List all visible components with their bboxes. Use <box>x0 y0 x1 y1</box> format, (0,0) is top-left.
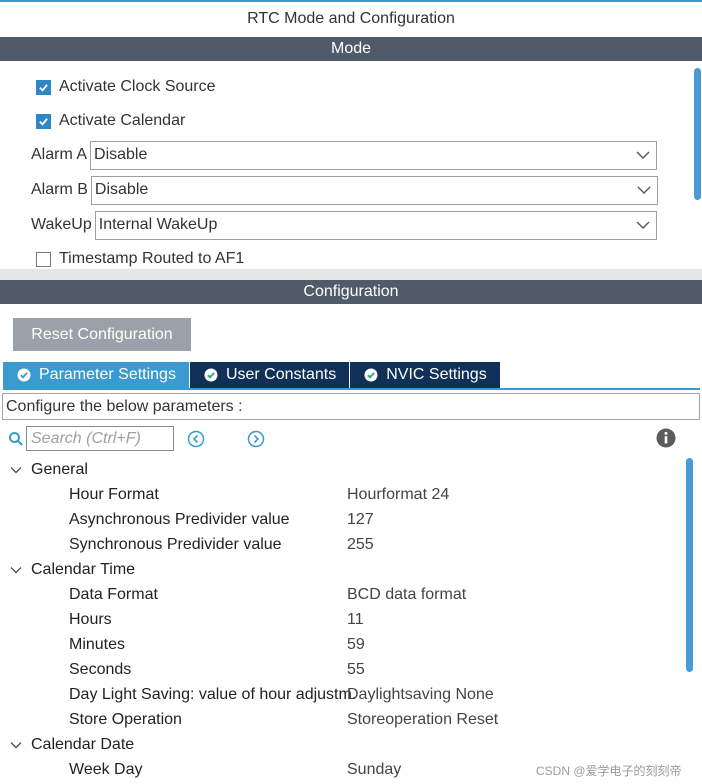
param-row[interactable]: Day Light Saving: value of hour adjustm.… <box>0 682 686 707</box>
checkbox-checked-icon <box>36 79 51 95</box>
mode-panel: Activate Clock Source Activate Calendar … <box>0 61 702 269</box>
tab-user-constants[interactable]: User Constants <box>189 362 350 388</box>
mode-scrollbar-thumb[interactable] <box>694 68 701 200</box>
group-label: General <box>31 460 88 478</box>
chevron-down-icon <box>10 566 22 573</box>
check-circle-icon <box>17 368 31 382</box>
group-label: Calendar Date <box>31 735 135 753</box>
search-icon <box>9 432 23 446</box>
param-name: Synchronous Predivider value <box>69 535 282 553</box>
param-name: Data Format <box>69 585 158 603</box>
mode-panel-bottom-border <box>0 269 702 280</box>
param-value[interactable]: 11 <box>347 611 364 629</box>
param-row[interactable]: Data Format BCD data format <box>0 582 686 607</box>
chevron-down-icon <box>637 185 651 195</box>
alarm-a-select[interactable]: Disable <box>90 140 658 170</box>
parameter-tree: General Hour Format Hourformat 24 Asynch… <box>0 457 686 784</box>
watermark-text: CSDN @爱学电子的刻刻帝 <box>536 764 682 778</box>
param-row[interactable]: Hour Format Hourformat 24 <box>0 482 686 507</box>
param-value[interactable]: BCD data format <box>347 586 466 604</box>
param-row[interactable]: Minutes 59 <box>0 632 686 657</box>
param-row[interactable]: Synchronous Predivider value 255 <box>0 532 686 557</box>
param-name: Hour Format <box>69 485 159 503</box>
alarm-b-value: Disable <box>94 181 149 198</box>
param-value[interactable]: Hourformat 24 <box>347 486 449 504</box>
check-circle-icon <box>204 368 218 382</box>
param-row[interactable]: Asynchronous Predivider value 127 <box>0 507 686 532</box>
chevron-down-icon <box>636 150 650 160</box>
activate-calendar-checkbox[interactable]: Activate Calendar <box>36 109 185 133</box>
tab-label: User Constants <box>225 366 337 383</box>
mode-section-header: Mode <box>0 37 702 61</box>
param-row[interactable]: Seconds 55 <box>0 657 686 682</box>
param-value[interactable]: 255 <box>347 536 374 554</box>
param-value[interactable]: 55 <box>347 661 365 679</box>
search-input[interactable] <box>26 426 174 451</box>
tab-underline <box>3 388 700 390</box>
param-name: Hours <box>69 610 112 628</box>
activate-clock-source-checkbox[interactable]: Activate Clock Source <box>36 75 216 99</box>
param-row[interactable]: Store Operation Storeoperation Reset <box>0 707 686 732</box>
next-match-icon[interactable] <box>247 430 265 448</box>
tab-nvic-settings[interactable]: NVIC Settings <box>350 362 500 388</box>
group-general[interactable]: General <box>0 457 686 482</box>
tab-label: Parameter Settings <box>39 366 176 383</box>
instructions-label: Configure the below parameters : <box>2 393 700 420</box>
param-name: Seconds <box>69 660 132 678</box>
param-row[interactable]: Hours 11 <box>0 607 686 632</box>
info-icon[interactable] <box>656 428 676 448</box>
param-name: Store Operation <box>69 710 182 728</box>
check-circle-icon <box>364 368 378 382</box>
chevron-down-icon <box>10 466 22 473</box>
param-value[interactable]: Storeoperation Reset <box>347 711 498 729</box>
window-title: RTC Mode and Configuration <box>247 10 455 27</box>
wakeup-value: Internal WakeUp <box>98 216 218 233</box>
timestamp-checkbox[interactable]: Timestamp Routed to AF1 <box>36 247 244 269</box>
search-toolbar <box>8 426 698 452</box>
activate-calendar-label: Activate Calendar <box>59 112 186 129</box>
param-name: Asynchronous Predivider value <box>69 510 290 528</box>
wakeup-row: WakeUp Internal WakeUp <box>31 210 657 240</box>
group-calendar-time[interactable]: Calendar Time <box>0 557 686 582</box>
chevron-down-icon <box>636 220 650 230</box>
timestamp-label: Timestamp Routed to AF1 <box>59 250 245 267</box>
config-scrollbar-thumb[interactable] <box>686 458 693 672</box>
alarm-a-label: Alarm A <box>31 146 88 163</box>
group-label: Calendar Time <box>31 560 136 578</box>
checkbox-checked-icon <box>36 113 51 129</box>
configuration-section-header: Configuration <box>0 280 702 304</box>
param-name: Day Light Saving: value of hour adjustm. <box>69 685 357 703</box>
alarm-b-label: Alarm B <box>31 181 88 198</box>
param-value[interactable]: Sunday <box>347 761 401 779</box>
alarm-a-value: Disable <box>94 146 148 163</box>
alarm-b-select[interactable]: Disable <box>90 175 658 205</box>
chevron-down-icon <box>10 741 22 748</box>
alarm-b-row: Alarm B Disable <box>31 175 658 205</box>
param-value[interactable]: 127 <box>347 511 374 529</box>
alarm-a-row: Alarm A Disable <box>31 140 658 170</box>
wakeup-label: WakeUp <box>31 216 92 233</box>
checkbox-unchecked-icon <box>36 251 51 267</box>
previous-match-icon[interactable] <box>187 430 205 448</box>
config-tabs: Parameter Settings User Constants NVIC S… <box>3 362 501 388</box>
wakeup-select[interactable]: Internal WakeUp <box>94 210 657 240</box>
param-name: Minutes <box>69 635 126 653</box>
group-calendar-date[interactable]: Calendar Date <box>0 732 686 757</box>
param-value[interactable]: Daylightsaving None <box>347 686 494 704</box>
reset-configuration-button[interactable]: Reset Configuration <box>13 318 191 351</box>
tab-label: NVIC Settings <box>386 366 487 383</box>
activate-clock-source-label: Activate Clock Source <box>59 78 216 95</box>
param-name: Week Day <box>69 760 143 778</box>
tab-parameter-settings[interactable]: Parameter Settings <box>3 362 189 388</box>
param-value[interactable]: 59 <box>347 636 365 654</box>
